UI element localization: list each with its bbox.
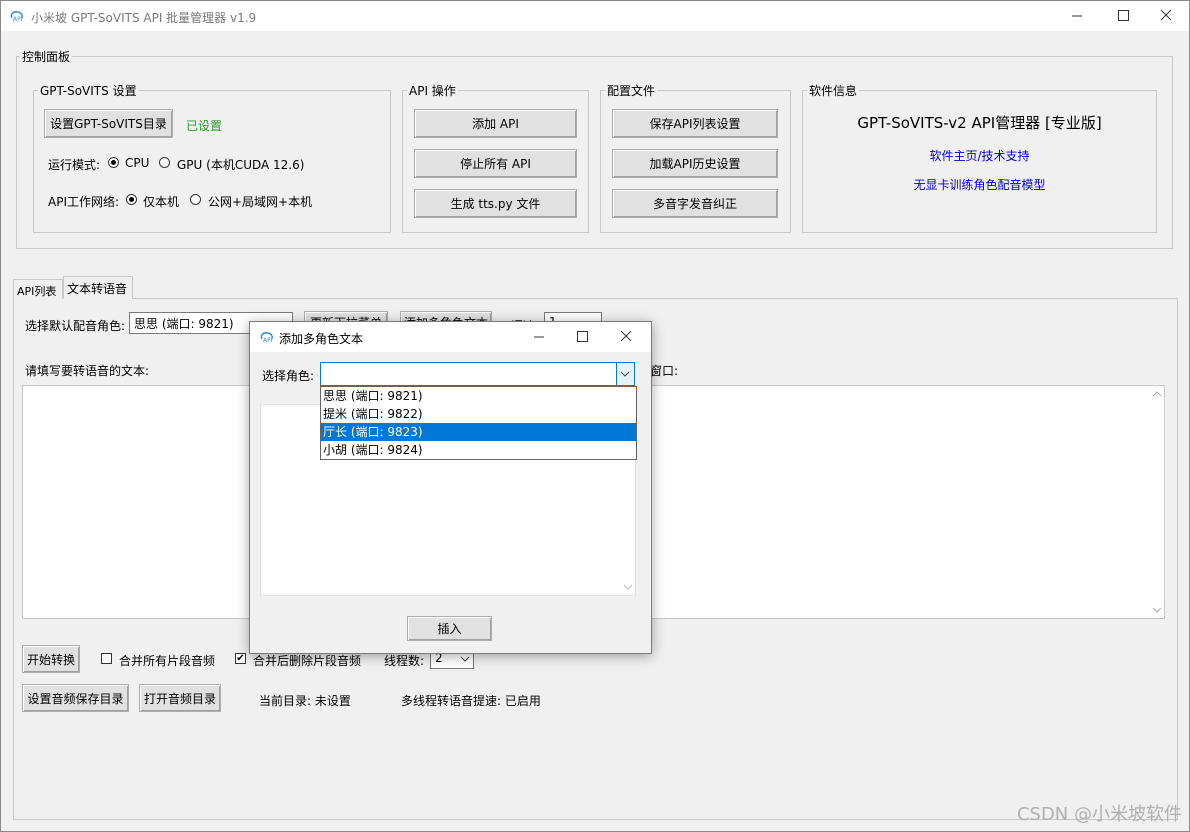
network-public-radio[interactable] [190,194,201,205]
polyphone-fix-button[interactable]: 多音字发音纠正 [612,189,778,218]
output-window-label: 窗口: [650,364,679,378]
role-option[interactable]: 小胡 (端口: 9824) [321,441,636,459]
close-button[interactable] [1143,1,1189,31]
product-name: GPT-SoVITS-v2 API管理器 [专业版] [857,114,1102,132]
text-input-label: 请填写要转语音的文本: [25,364,150,378]
role-dropdown-list: 思思 (端口: 9821) 提米 (端口: 9822) 厅长 (端口: 9823… [320,386,637,460]
generate-tts-file-button[interactable]: 生成 tts.py 文件 [414,189,577,218]
default-voice-label: 选择默认配音角色: [25,319,126,333]
chevron-down-icon [460,656,470,662]
svg-text:API: API [13,16,23,23]
set-gptsovits-dir-button[interactable]: 设置GPT-SoVITS目录 [44,109,173,138]
minimize-icon [534,336,544,338]
gptsovits-status: 已设置 [186,119,223,133]
training-link[interactable]: 无显卡训练角色配音模型 [803,176,1156,193]
current-dir-status: 当前目录: 未设置 [259,694,351,708]
set-audio-dir-button[interactable]: 设置音频保存目录 [22,684,129,712]
insert-button[interactable]: 插入 [407,616,492,641]
close-icon [1160,9,1172,21]
network-local-radio[interactable] [126,194,137,205]
run-mode-label: 运行模式: [48,158,101,172]
role-select-toggle[interactable] [616,363,634,385]
gptsovits-settings-title: GPT-SoVITS 设置 [38,82,139,99]
mode-gpu-radio[interactable] [159,157,170,168]
mode-gpu-label: GPU (本机CUDA 12.6) [177,158,305,172]
add-multi-role-dialog: API 添加多角色文本 选择角色: 思思 (端口: 9821) 提米 (端口: … [249,321,652,654]
dialog-minimize-button[interactable] [516,322,562,352]
dialog-close-button[interactable] [603,322,649,352]
scroll-down-icon[interactable] [1152,606,1162,614]
app-logo-icon: API [260,332,273,344]
dialog-maximize-button[interactable] [559,322,605,352]
window-title: 小米坡 GPT-SoVITS API 批量管理器 v1.9 [31,11,257,25]
open-audio-dir-button[interactable]: 打开音频目录 [139,684,221,712]
merge-all-label: 合并所有片段音频 [119,654,216,668]
stop-all-api-button[interactable]: 停止所有 API [414,149,577,178]
load-api-history-button[interactable]: 加载API历史设置 [612,149,778,178]
dialog-title: 添加多角色文本 [279,332,364,346]
delete-after-merge-checkbox[interactable]: ✔ [235,653,246,664]
tab-tts[interactable]: 文本转语音 [63,276,133,299]
mode-cpu-radio[interactable] [108,157,119,168]
close-icon [620,330,632,342]
svg-text:API: API [263,337,273,344]
role-label: 选择角色: [262,369,315,383]
software-info-title: 软件信息 [807,82,860,99]
minimize-button[interactable] [1054,1,1100,31]
maximize-icon [577,331,588,342]
add-api-button[interactable]: 添加 API [414,109,577,138]
scroll-up-icon[interactable] [1152,390,1162,398]
scroll-down-icon[interactable] [623,583,633,591]
delete-after-merge-label: 合并后删除片段音频 [253,654,362,668]
chevron-down-icon [620,371,630,377]
maximize-button[interactable] [1100,1,1146,31]
app-logo-icon: API [10,11,23,23]
save-api-list-button[interactable]: 保存API列表设置 [612,109,778,138]
maximize-icon [1118,10,1129,21]
role-option[interactable]: 提米 (端口: 9822) [321,405,636,423]
network-public-label: 公网+局域网+本机 [208,195,313,209]
network-local-label: 仅本机 [143,195,180,209]
start-convert-button[interactable]: 开始转换 [22,645,80,673]
multithread-status: 多线程转语音提速: 已启用 [401,694,541,708]
config-title: 配置文件 [605,82,658,99]
threads-label: 线程数: [384,654,425,668]
title-bar: API 小米坡 GPT-SoVITS API 批量管理器 v1.9 [1,1,1189,31]
role-select[interactable] [320,362,635,386]
control-panel-title: 控制面板 [20,48,73,65]
dialog-title-bar: API 添加多角色文本 [250,322,651,352]
default-voice-value: 思思 (端口: 9821) [134,317,234,331]
role-option[interactable]: 思思 (端口: 9821) [321,387,636,405]
merge-all-checkbox[interactable] [101,653,112,664]
role-option-highlighted[interactable]: 厅长 (端口: 9823) [321,423,636,441]
api-ops-title: API 操作 [407,82,458,99]
watermark: CSDN @小米坡软件 [1016,804,1182,825]
tab-api-list[interactable]: API列表 [13,279,63,299]
network-label: API工作网络: [48,195,120,209]
mode-cpu-label: CPU [125,156,150,170]
homepage-link[interactable]: 软件主页/技术支持 [803,147,1156,164]
minimize-icon [1072,15,1082,17]
